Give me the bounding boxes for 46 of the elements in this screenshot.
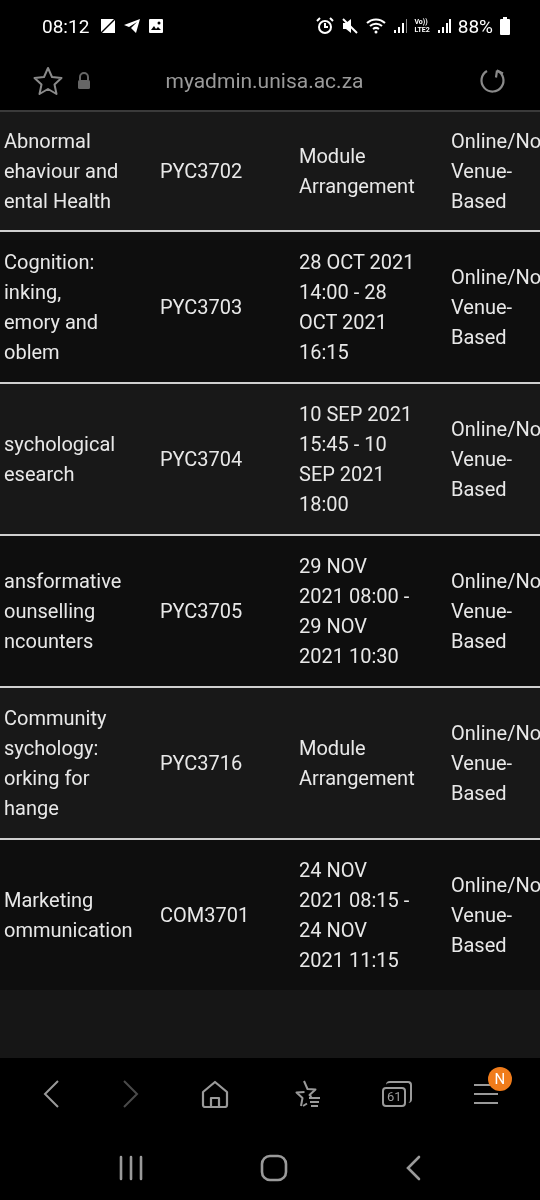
signal-icon bbox=[436, 18, 451, 34]
table-cell-text: Module Arrangement bbox=[299, 143, 416, 200]
recents-icon[interactable] bbox=[118, 1154, 144, 1181]
table-cell-text: PYC3703 bbox=[160, 294, 244, 321]
table-cell-text: Online/No Venue- Based bbox=[451, 128, 540, 215]
table-cell-text: COM3701 bbox=[160, 902, 251, 929]
image-icon bbox=[148, 18, 165, 34]
table-cell-text: Online/No Venue- Based bbox=[451, 568, 540, 655]
table-cell-text: 29 NOV 2021 08:00 - 29 NOV 2021 10:30 bbox=[299, 553, 411, 670]
wifi-icon bbox=[366, 18, 387, 34]
table-cell-text: PYC3702 bbox=[160, 158, 244, 185]
table-cell-text: Online/No Venue- Based bbox=[451, 872, 540, 959]
table-cell-text: Online/No Venue- Based bbox=[451, 720, 540, 807]
lock-icon bbox=[77, 72, 91, 90]
back-icon[interactable] bbox=[404, 1154, 422, 1181]
notification-badge: N bbox=[487, 1067, 512, 1091]
table-cell-text: Abnormal ehaviour and ental Health bbox=[3, 128, 120, 215]
reload-icon[interactable] bbox=[478, 67, 506, 95]
table-cell-text: Marketing ommunication bbox=[3, 887, 134, 944]
table-cell-text: Online/No Venue- Based bbox=[451, 264, 540, 351]
home-button-icon[interactable] bbox=[260, 1153, 288, 1182]
battery-percent: 88% bbox=[457, 14, 493, 38]
mute-icon bbox=[341, 17, 360, 35]
table-cell-text: PYC3704 bbox=[160, 446, 244, 473]
table-cell-text: 10 SEP 2021 15:45 - 10 SEP 2021 18:00 bbox=[299, 401, 414, 518]
status-time: 08:12 bbox=[42, 14, 90, 38]
paper-plane-icon bbox=[123, 18, 142, 34]
table-cell-text: 28 OCT 2021 14:00 - 28 OCT 2021 16:15 bbox=[299, 249, 416, 366]
star-icon[interactable] bbox=[33, 66, 63, 96]
table-cell-text: PYC3705 bbox=[160, 598, 244, 625]
table-cell-text: 24 NOV 2021 08:15 - 24 NOV 2021 11:15 bbox=[299, 857, 411, 974]
url-text[interactable]: myadmin.unisa.ac.za bbox=[91, 69, 438, 93]
alarm-icon bbox=[316, 17, 335, 35]
table-cell-text: Module Arrangement bbox=[299, 735, 416, 792]
notification-icon bbox=[100, 18, 117, 34]
signal-icon bbox=[393, 18, 408, 34]
back-icon[interactable] bbox=[42, 1079, 60, 1109]
table-cell-text: PYC3716 bbox=[160, 750, 244, 777]
table-cell-text: Cognition: inking, emory and oblem bbox=[3, 249, 100, 366]
home-icon[interactable] bbox=[201, 1080, 230, 1108]
table-cell-text: ansformative ounselling ncounters bbox=[3, 568, 123, 655]
menu-icon[interactable] bbox=[473, 1083, 498, 1105]
battery-icon bbox=[500, 17, 510, 35]
table-cell-text: Community sychology: orking for hange bbox=[3, 705, 108, 822]
table-cell-text: Online/No Venue- Based bbox=[451, 416, 540, 503]
table-cell-text: sychological esearch bbox=[3, 431, 117, 488]
